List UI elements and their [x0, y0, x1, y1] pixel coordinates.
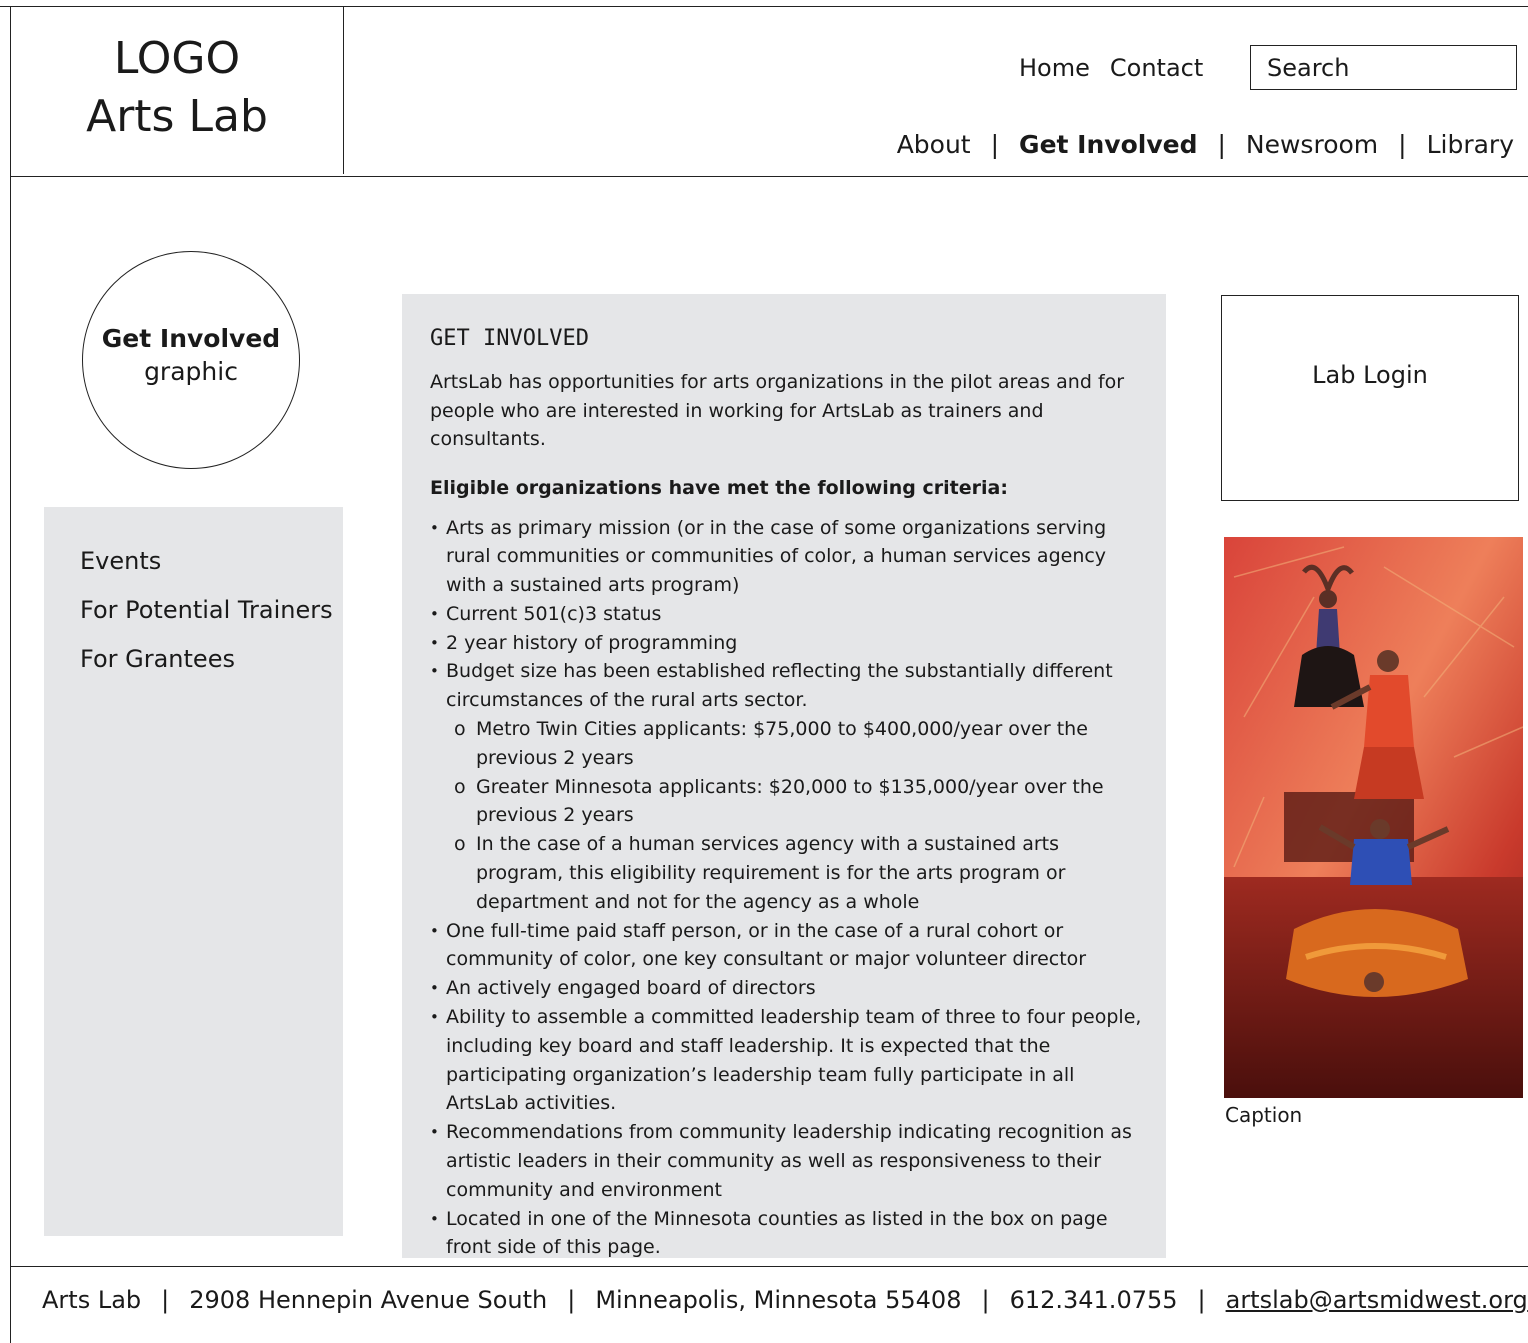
- nav-separator: |: [1398, 130, 1407, 159]
- sidebar-item-potential-trainers[interactable]: For Potential Trainers: [80, 586, 343, 635]
- footer-email-link[interactable]: artslab@artsmidwest.org: [1226, 1286, 1528, 1314]
- footer-address: 2908 Hennepin Avenue South: [189, 1286, 548, 1314]
- graphic-title: Get Involved: [101, 324, 281, 353]
- criteria-heading: Eligible organizations have met the foll…: [430, 476, 1008, 499]
- logo-divider: [343, 6, 344, 174]
- dancers-photo-image: [1224, 537, 1523, 1098]
- footer-phone: 612.341.0755: [1009, 1286, 1178, 1314]
- main-content: GET INVOLVED ArtsLab has opportunities f…: [402, 294, 1166, 1258]
- search-input[interactable]: [1250, 45, 1517, 90]
- nav-newsroom[interactable]: Newsroom: [1246, 130, 1378, 159]
- sub-list-item: o In the case of a human services agency …: [454, 833, 1066, 913]
- photo-caption: Caption: [1225, 1103, 1303, 1127]
- footer-separator: |: [567, 1286, 576, 1314]
- site-name: Arts Lab: [86, 91, 268, 142]
- list-item: Recommendations from community leadershi…: [430, 1118, 1144, 1204]
- sidebar-item-events[interactable]: Events: [80, 537, 343, 586]
- get-involved-graphic: Get Involved graphic: [82, 251, 300, 469]
- list-item: Ability to assemble a committed leadersh…: [430, 1003, 1144, 1118]
- nav-library[interactable]: Library: [1427, 130, 1514, 159]
- footer-top-border: [10, 1266, 1528, 1267]
- nav-home-link[interactable]: Home: [1019, 54, 1090, 82]
- footer-separator: |: [981, 1286, 990, 1314]
- intro-paragraph: ArtsLab has opportunities for arts organ…: [430, 371, 1125, 450]
- site-footer: Arts Lab | 2908 Hennepin Avenue South | Minn…: [42, 1286, 1528, 1314]
- nav-about[interactable]: About: [897, 130, 971, 159]
- nav-separator: |: [990, 130, 1000, 159]
- graphic-subtitle: graphic: [144, 357, 238, 386]
- site-logo[interactable]: LOGO Arts Lab: [20, 30, 334, 146]
- nav-contact-link[interactable]: Contact: [1110, 54, 1203, 82]
- criteria-list: Arts as primary mission (or in the case …: [430, 514, 1144, 1259]
- lab-login-button[interactable]: Lab Login: [1221, 295, 1519, 501]
- footer-org: Arts Lab: [42, 1286, 142, 1314]
- logo-text: LOGO: [113, 33, 241, 84]
- list-item: Current 501(c)3 status: [430, 600, 1144, 629]
- header-top-border: [0, 6, 1528, 7]
- sidebar-item-grantees[interactable]: For Grantees: [80, 635, 343, 684]
- list-item: 2 year history of programming: [430, 629, 1144, 658]
- main-nav: About | Get Involved | Newsroom | Library: [897, 130, 1514, 159]
- list-item: An actively engaged board of directors: [430, 974, 1144, 1003]
- list-item: Located in one of the Minnesota counties…: [430, 1205, 1144, 1258]
- sub-list-item: o Metro Twin Cities applicants: $75,000 t…: [454, 718, 1088, 769]
- header-bottom-border: [10, 176, 1528, 177]
- footer-separator: |: [1197, 1286, 1206, 1314]
- list-item: One full-time paid staff person, or in t…: [430, 917, 1144, 975]
- nav-get-involved[interactable]: Get Involved: [1019, 130, 1197, 159]
- footer-city: Minneapolis, Minnesota 55408: [595, 1286, 962, 1314]
- utility-nav: Home Contact: [1019, 54, 1223, 82]
- page-left-border: [10, 6, 11, 1343]
- footer-separator: |: [161, 1286, 170, 1314]
- dancers-photo: [1224, 537, 1523, 1098]
- sidebar-nav: Events For Potential Trainers For Grante…: [44, 507, 343, 1236]
- page-title: GET INVOLVED: [430, 326, 589, 351]
- sub-list-item: o Greater Minnesota applicants: $20,000 t…: [454, 775, 1104, 827]
- list-item: Arts as primary mission (or in the case …: [430, 514, 1144, 600]
- lab-login-label: Lab Login: [1312, 361, 1428, 389]
- nav-separator: |: [1217, 130, 1226, 159]
- list-item: Budget size has been established reflect…: [430, 657, 1144, 916]
